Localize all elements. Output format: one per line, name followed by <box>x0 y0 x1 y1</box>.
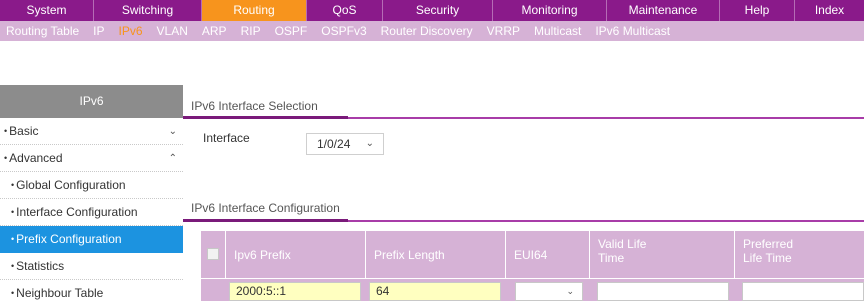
subnav-vlan[interactable]: VLAN <box>150 21 195 41</box>
sidebar-item-label: Neighbour Table <box>16 286 104 300</box>
select-all-checkbox[interactable] <box>207 248 219 260</box>
tab-routing[interactable]: Routing <box>202 0 307 21</box>
subnav-router-discovery[interactable]: Router Discovery <box>374 21 480 41</box>
bullet-icon: • <box>11 261 15 271</box>
tab-help[interactable]: Help <box>720 0 795 21</box>
subnav-ospf[interactable]: OSPF <box>268 21 315 41</box>
table-row: 2000:5::1 64 ⌄ <box>201 279 864 301</box>
sidebar-item-basic[interactable]: • Basic ⌄ <box>0 118 183 145</box>
sidebar-item-global-configuration[interactable]: • Global Configuration <box>0 172 183 199</box>
section-title-interface-selection: IPv6 Interface Selection <box>191 99 318 113</box>
top-nav: System Switching Routing QoS Security Mo… <box>0 0 864 21</box>
sidebar-item-advanced[interactable]: • Advanced ⌃ <box>0 145 183 172</box>
column-ipv6-prefix: Ipv6 Prefix <box>225 231 365 278</box>
section-divider <box>183 116 864 119</box>
column-label: Time <box>598 251 625 265</box>
table-header: Ipv6 Prefix Prefix Length EUI64 Valid Li… <box>201 231 864 278</box>
bullet-icon: • <box>11 288 15 298</box>
tab-system[interactable]: System <box>0 0 94 21</box>
column-label: EUI64 <box>514 248 548 262</box>
bullet-icon: • <box>11 180 15 190</box>
sidebar: IPv6 • Basic ⌄ • Advanced ⌃ • Global Config… <box>0 85 183 301</box>
section-divider <box>183 219 864 222</box>
column-valid-life-time: Valid Life Time <box>589 231 734 278</box>
column-prefix-length: Prefix Length <box>365 231 505 278</box>
sidebar-item-label: Interface Configuration <box>16 205 138 219</box>
subnav-ip[interactable]: IP <box>86 21 111 41</box>
interface-select[interactable]: 1/0/24 ⌄ <box>306 133 384 155</box>
subnav-ipv6-multicast[interactable]: IPv6 Multicast <box>588 21 677 41</box>
column-label: Preferred <box>743 237 794 251</box>
bullet-icon: • <box>11 207 15 217</box>
tab-switching[interactable]: Switching <box>94 0 202 21</box>
valid-life-time-input[interactable] <box>597 282 729 301</box>
sidebar-item-prefix-configuration[interactable]: • Prefix Configuration <box>0 226 183 253</box>
eui64-select[interactable]: ⌄ <box>515 282 583 301</box>
chevron-down-icon[interactable]: ⌄ <box>169 118 177 145</box>
subnav-routing-table[interactable]: Routing Table <box>0 21 86 41</box>
column-eui64: EUI64 <box>505 231 589 278</box>
sidebar-item-label: Advanced <box>9 151 63 165</box>
interface-select-value: 1/0/24 <box>317 137 351 151</box>
tab-security[interactable]: Security <box>383 0 493 21</box>
ipv6-prefix-input[interactable]: 2000:5::1 <box>229 282 361 301</box>
subnav-rip[interactable]: RIP <box>234 21 268 41</box>
tab-monitoring[interactable]: Monitoring <box>493 0 607 21</box>
sidebar-item-neighbour-table[interactable]: • Neighbour Table <box>0 280 183 301</box>
chevron-down-icon: ⌄ <box>365 138 374 149</box>
header-select-cell <box>201 231 225 278</box>
column-label: Valid Life <box>598 237 647 251</box>
subnav-arp[interactable]: ARP <box>195 21 234 41</box>
bullet-icon: • <box>11 234 15 244</box>
subnav-ipv6[interactable]: IPv6 <box>112 21 150 41</box>
sidebar-title: IPv6 <box>0 85 183 118</box>
sidebar-item-interface-configuration[interactable]: • Interface Configuration <box>0 199 183 226</box>
tab-maintenance[interactable]: Maintenance <box>607 0 720 21</box>
column-label: Prefix Length <box>374 248 445 262</box>
sidebar-item-label: Prefix Configuration <box>16 232 122 246</box>
subnav-multicast[interactable]: Multicast <box>527 21 588 41</box>
column-label: Ipv6 Prefix <box>234 248 291 262</box>
tab-qos[interactable]: QoS <box>307 0 383 21</box>
column-label: Life Time <box>743 251 792 265</box>
sidebar-item-label: Global Configuration <box>16 178 126 192</box>
chevron-up-icon[interactable]: ⌃ <box>169 145 177 172</box>
sub-nav: Routing Table IP IPv6 VLAN ARP RIP OSPF … <box>0 21 864 41</box>
bullet-icon: • <box>4 153 8 163</box>
prefix-length-input[interactable]: 64 <box>369 282 501 301</box>
column-preferred-life-time: Preferred Life Time <box>734 231 864 278</box>
subnav-ospfv3[interactable]: OSPFv3 <box>314 21 373 41</box>
preferred-life-time-input[interactable] <box>742 282 864 301</box>
section-title-interface-configuration: IPv6 Interface Configuration <box>191 201 340 215</box>
interface-label: Interface <box>203 131 250 145</box>
subnav-vrrp[interactable]: VRRP <box>480 21 527 41</box>
sidebar-item-statistics[interactable]: • Statistics <box>0 253 183 280</box>
chevron-down-icon: ⌄ <box>566 286 574 296</box>
sidebar-item-label: Basic <box>9 124 39 138</box>
tab-index[interactable]: Index <box>795 0 864 21</box>
prefix-table: Ipv6 Prefix Prefix Length EUI64 Valid Li… <box>201 231 864 301</box>
sidebar-item-label: Statistics <box>16 259 65 273</box>
bullet-icon: • <box>4 126 8 136</box>
